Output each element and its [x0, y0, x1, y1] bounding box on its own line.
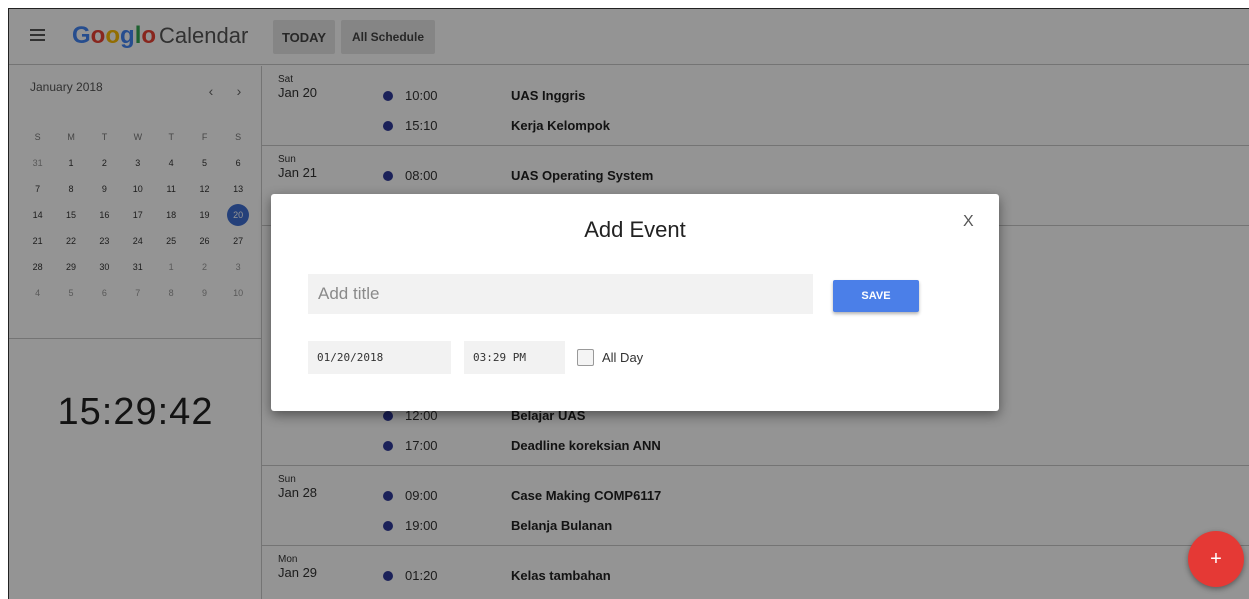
calendar-app: Googlo Calendar TODAY All Schedule Januar…: [8, 8, 1249, 599]
plus-icon: +: [1210, 548, 1222, 570]
event-date-input[interactable]: [308, 341, 451, 374]
event-time-input[interactable]: [464, 341, 565, 374]
save-button[interactable]: SAVE: [833, 280, 919, 312]
close-icon[interactable]: X: [963, 213, 974, 231]
add-event-fab[interactable]: +: [1188, 531, 1244, 587]
dialog-title: Add Event: [584, 217, 686, 242]
all-day-label: All Day: [602, 350, 644, 365]
add-event-dialog: Add Event X SAVE All Day: [271, 194, 999, 411]
event-title-input[interactable]: [308, 274, 813, 314]
all-day-checkbox[interactable]: [577, 349, 594, 366]
